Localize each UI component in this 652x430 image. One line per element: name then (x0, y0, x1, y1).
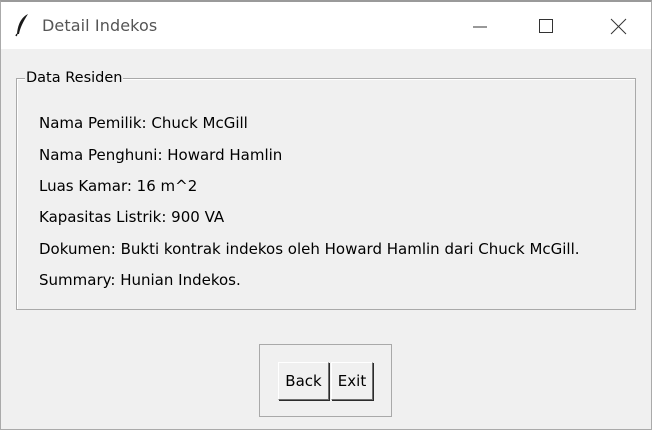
room-area-label: Luas Kamar: 16 m^2 (39, 177, 198, 195)
close-icon (610, 18, 627, 35)
title-bar[interactable]: Detail Indekos (1, 2, 651, 49)
maximize-button[interactable] (523, 2, 569, 49)
tenant-name-label: Nama Penghuni: Howard Hamlin (39, 146, 283, 164)
exit-button[interactable]: Exit (331, 362, 373, 400)
back-button[interactable]: Back (278, 362, 329, 400)
power-capacity-label: Kapasitas Listrik: 900 VA (39, 208, 225, 226)
owner-name-label: Nama Pemilik: Chuck McGill (39, 114, 248, 132)
document-label: Dokumen: Bukti kontrak indekos oleh Howa… (39, 240, 580, 258)
maximize-icon (539, 19, 553, 33)
window-title: Detail Indekos (42, 16, 158, 35)
frame-legend: Data Residen (25, 68, 124, 88)
app-window: Detail Indekos Data Residen Nama Pemilik… (0, 0, 652, 430)
minimize-icon (473, 26, 487, 28)
minimize-button[interactable] (457, 2, 503, 49)
close-button[interactable] (595, 2, 641, 49)
feather-icon (15, 13, 31, 37)
summary-label: Summary: Hunian Indekos. (39, 271, 241, 289)
